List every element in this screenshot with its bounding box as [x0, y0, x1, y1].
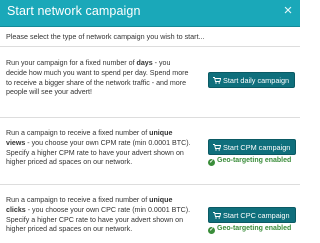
check-circle-icon: ✓: [208, 227, 215, 234]
dialog-header: Start network campaign ×: [0, 0, 300, 27]
intro-text: Please select the type of network campai…: [6, 32, 205, 41]
divider: [0, 46, 300, 47]
divider: [0, 184, 300, 185]
shopping-cart-icon: [213, 209, 222, 225]
start-cpc-campaign-button[interactable]: Start CPC campaign: [208, 207, 296, 223]
cpc-geo-targeting-badge: ✓ Geo-targeting enabled: [208, 225, 292, 234]
dialog-title: Start network campaign: [7, 4, 141, 18]
daily-campaign-section: Run your campaign for a fixed number of …: [6, 59, 300, 107]
start-cpc-campaign-label: Start CPC campaign: [223, 211, 290, 220]
cpc-campaign-description: Run a campaign to receive a fixed number…: [6, 196, 191, 234]
shopping-cart-icon: [213, 141, 222, 157]
cpm-geo-targeting-badge: ✓ Geo-targeting enabled: [208, 157, 292, 166]
close-icon[interactable]: ×: [282, 3, 294, 18]
divider: [0, 117, 300, 118]
start-cpm-campaign-label: Start CPM campaign: [223, 143, 291, 152]
start-cpm-campaign-button[interactable]: Start CPM campaign: [208, 139, 297, 157]
check-circle-icon: ✓: [208, 159, 215, 166]
cpm-campaign-description: Run a campaign to receive a fixed number…: [6, 129, 191, 167]
start-daily-campaign-label: Start daily campaign: [223, 76, 290, 85]
shopping-cart-icon: [213, 74, 222, 90]
cpc-campaign-section: Run a campaign to receive a fixed number…: [6, 196, 300, 236]
start-daily-campaign-button[interactable]: Start daily campaign: [208, 72, 296, 90]
daily-campaign-description: Run your campaign for a fixed number of …: [6, 59, 189, 97]
cpm-campaign-section: Run a campaign to receive a fixed number…: [6, 129, 300, 169]
